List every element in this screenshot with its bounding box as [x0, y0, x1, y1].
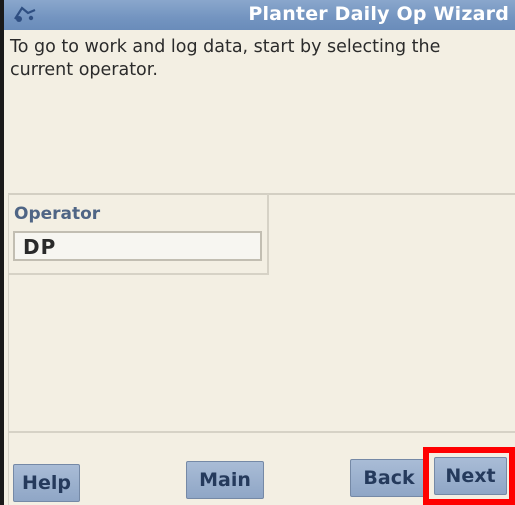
title-bar: Planter Daily Op Wizard: [4, 0, 515, 30]
main-button[interactable]: Main: [186, 461, 264, 499]
help-button[interactable]: Help: [13, 464, 80, 502]
wizard-screen: Planter Daily Op Wizard To go to work an…: [0, 0, 515, 505]
operator-value: DP: [23, 235, 57, 259]
back-button[interactable]: Back: [350, 459, 428, 497]
next-button-highlight: [423, 447, 515, 505]
operator-panel: Operator DP: [8, 194, 269, 275]
page-title: Planter Daily Op Wizard: [248, 3, 509, 25]
display-bezel: [0, 0, 4, 505]
button-bar-divider: [8, 431, 515, 433]
instructions-text: To go to work and log data, start by sel…: [10, 37, 441, 80]
operator-label: Operator: [14, 204, 101, 224]
tractor-icon: [14, 6, 36, 22]
operator-field[interactable]: DP: [13, 231, 262, 261]
